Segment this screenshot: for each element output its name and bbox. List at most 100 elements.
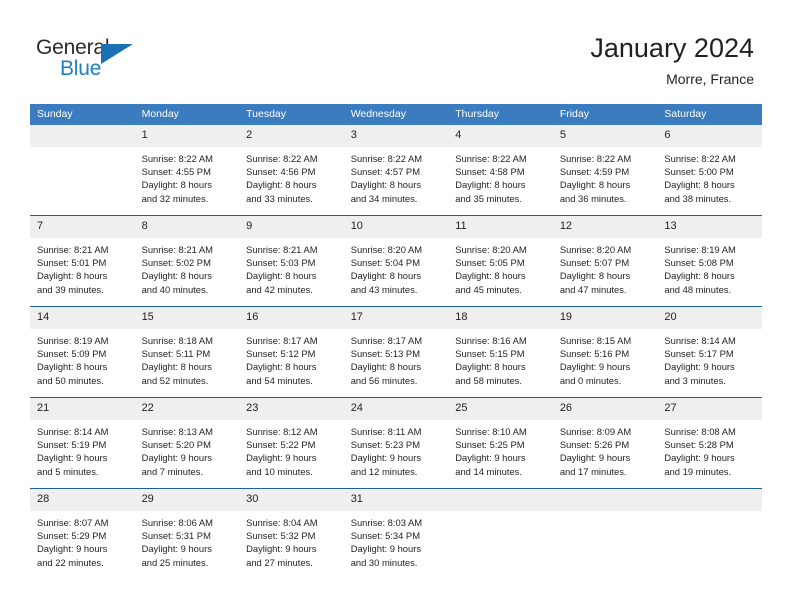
daylight-text-line2: and 39 minutes. xyxy=(37,283,104,295)
day-cell-inner: 14 Sunrise: 8:19 AM Sunset: 5:09 PM Dayligh… xyxy=(30,307,135,397)
day-info: Sunrise: 8:10 AM Sunset: 5:25 PM Daylight:… xyxy=(448,420,553,478)
daylight-text-line1: Daylight: 8 hours xyxy=(455,361,526,373)
calendar-day-cell[interactable]: 20 Sunrise: 8:14 AM Sunset: 5:17 PM Dayligh… xyxy=(657,307,762,398)
day-info: Sunrise: 8:13 AM Sunset: 5:20 PM Daylight:… xyxy=(135,420,240,478)
sunrise-text: Sunrise: 8:21 AM xyxy=(141,244,213,255)
day-info: Sunrise: 8:06 AM Sunset: 5:31 PM Daylight:… xyxy=(135,511,240,569)
calendar-day-cell[interactable]: 22 Sunrise: 8:13 AM Sunset: 5:20 PM Dayligh… xyxy=(134,398,240,489)
sunrise-text: Sunrise: 8:21 AM xyxy=(246,244,318,255)
calendar-day-cell[interactable]: 26 Sunrise: 8:09 AM Sunset: 5:26 PM Dayligh… xyxy=(552,398,658,489)
calendar-day-cell[interactable]: 2 Sunrise: 8:22 AM Sunset: 4:56 PM Daylight… xyxy=(239,125,344,216)
weekday-header-sunday: Sunday xyxy=(30,104,135,125)
calendar-day-cell[interactable] xyxy=(448,489,553,580)
sunset-text: Sunset: 4:56 PM xyxy=(246,166,316,178)
calendar-day-cell[interactable]: 5 Sunrise: 8:22 AM Sunset: 4:59 PM Daylight… xyxy=(552,125,658,216)
daylight-text-line2: and 56 minutes. xyxy=(350,374,418,386)
calendar-day-cell[interactable]: 19 Sunrise: 8:15 AM Sunset: 5:16 PM Dayligh… xyxy=(552,307,658,398)
daylight-text-line2: and 42 minutes. xyxy=(246,283,313,295)
daylight-text-line1: Daylight: 9 hours xyxy=(664,361,735,373)
day-number: 27 xyxy=(657,398,762,420)
calendar-day-cell[interactable]: 7 Sunrise: 8:21 AM Sunset: 5:01 PM Daylight… xyxy=(30,216,135,307)
calendar-day-cell[interactable]: 12 Sunrise: 8:20 AM Sunset: 5:07 PM Dayligh… xyxy=(552,216,658,307)
calendar-day-cell[interactable]: 8 Sunrise: 8:21 AM Sunset: 5:02 PM Daylight… xyxy=(134,216,240,307)
sunrise-text: Sunrise: 8:14 AM xyxy=(37,426,109,437)
general-blue-logo[interactable]: General Blue xyxy=(36,36,156,84)
daylight-text-line1: Daylight: 8 hours xyxy=(350,179,422,191)
day-info: Sunrise: 8:20 AM Sunset: 5:04 PM Daylight:… xyxy=(344,238,449,296)
calendar-day-cell[interactable]: 16 Sunrise: 8:17 AM Sunset: 5:12 PM Dayligh… xyxy=(239,307,344,398)
calendar-day-cell[interactable]: 28 Sunrise: 8:07 AM Sunset: 5:29 PM Dayligh… xyxy=(30,489,135,580)
daylight-text-line2: and 47 minutes. xyxy=(559,283,627,295)
day-info xyxy=(657,511,762,516)
daylight-text-line1: Daylight: 8 hours xyxy=(246,270,317,282)
day-number: 13 xyxy=(657,216,762,238)
day-info: Sunrise: 8:03 AM Sunset: 5:34 PM Daylight:… xyxy=(344,511,449,569)
day-number: 24 xyxy=(343,398,449,420)
day-info: Sunrise: 8:16 AM Sunset: 5:15 PM Daylight:… xyxy=(448,329,553,387)
day-info: Sunrise: 8:15 AM Sunset: 5:16 PM Daylight:… xyxy=(553,329,658,387)
calendar-day-cell[interactable] xyxy=(30,125,135,216)
calendar-day-cell[interactable] xyxy=(552,489,658,580)
calendar-weekday-header-row: Sunday Monday Tuesday Wednesday Thursday… xyxy=(30,104,762,125)
daylight-text-line1: Daylight: 8 hours xyxy=(141,179,212,191)
sunrise-text: Sunrise: 8:08 AM xyxy=(664,426,736,437)
day-info: Sunrise: 8:19 AM Sunset: 5:08 PM Daylight:… xyxy=(657,238,762,296)
day-cell-inner: 28 Sunrise: 8:07 AM Sunset: 5:29 PM Dayligh… xyxy=(30,489,135,579)
daylight-text-line1: Daylight: 9 hours xyxy=(350,543,422,555)
daylight-text-line2: and 12 minutes. xyxy=(350,465,418,477)
day-number: 31 xyxy=(343,489,449,511)
sunset-text: Sunset: 5:11 PM xyxy=(141,348,211,360)
sunrise-text: Sunrise: 8:22 AM xyxy=(664,153,736,164)
daylight-text-line2: and 34 minutes. xyxy=(350,192,418,204)
calendar-day-cell[interactable]: 31 Sunrise: 8:03 AM Sunset: 5:34 PM Dayligh… xyxy=(343,489,449,580)
calendar-day-cell[interactable]: 1 Sunrise: 8:22 AM Sunset: 4:55 PM Daylight… xyxy=(134,125,240,216)
day-cell-inner xyxy=(552,489,658,579)
calendar-day-cell[interactable]: 3 Sunrise: 8:22 AM Sunset: 4:57 PM Daylight… xyxy=(343,125,449,216)
calendar-day-cell[interactable]: 13 Sunrise: 8:19 AM Sunset: 5:08 PM Dayligh… xyxy=(657,216,762,307)
calendar-day-cell[interactable]: 6 Sunrise: 8:22 AM Sunset: 5:00 PM Daylight… xyxy=(657,125,762,216)
daylight-text-line2: and 30 minutes. xyxy=(350,556,418,568)
calendar-day-cell[interactable]: 29 Sunrise: 8:06 AM Sunset: 5:31 PM Dayligh… xyxy=(134,489,240,580)
day-number: 29 xyxy=(134,489,240,511)
calendar-day-cell[interactable]: 4 Sunrise: 8:22 AM Sunset: 4:58 PM Daylight… xyxy=(448,125,553,216)
calendar-day-cell[interactable]: 14 Sunrise: 8:19 AM Sunset: 5:09 PM Dayligh… xyxy=(30,307,135,398)
day-info: Sunrise: 8:08 AM Sunset: 5:28 PM Daylight:… xyxy=(657,420,762,478)
calendar-day-cell[interactable] xyxy=(657,489,762,580)
calendar-day-cell[interactable]: 10 Sunrise: 8:20 AM Sunset: 5:04 PM Dayligh… xyxy=(343,216,449,307)
sunrise-text: Sunrise: 8:17 AM xyxy=(350,335,423,346)
day-info: Sunrise: 8:07 AM Sunset: 5:29 PM Daylight:… xyxy=(30,511,135,569)
calendar-day-cell[interactable]: 15 Sunrise: 8:18 AM Sunset: 5:11 PM Dayligh… xyxy=(134,307,240,398)
calendar-day-cell[interactable]: 27 Sunrise: 8:08 AM Sunset: 5:28 PM Dayligh… xyxy=(657,398,762,489)
calendar-day-cell[interactable]: 18 Sunrise: 8:16 AM Sunset: 5:15 PM Dayligh… xyxy=(448,307,553,398)
daylight-text-line2: and 38 minutes. xyxy=(664,192,732,204)
calendar-week-row: 28 Sunrise: 8:07 AM Sunset: 5:29 PM Dayligh… xyxy=(30,488,762,580)
sunrise-text: Sunrise: 8:06 AM xyxy=(141,517,213,528)
day-cell-inner: 23 Sunrise: 8:12 AM Sunset: 5:22 PM Dayligh… xyxy=(239,398,344,488)
day-cell-inner: 24 Sunrise: 8:11 AM Sunset: 5:23 PM Dayligh… xyxy=(343,398,449,488)
day-cell-inner: 15 Sunrise: 8:18 AM Sunset: 5:11 PM Dayligh… xyxy=(134,307,240,397)
calendar-day-cell[interactable]: 11 Sunrise: 8:20 AM Sunset: 5:05 PM Dayligh… xyxy=(448,216,553,307)
day-info: Sunrise: 8:22 AM Sunset: 4:56 PM Daylight:… xyxy=(239,147,344,205)
calendar-day-cell[interactable]: 17 Sunrise: 8:17 AM Sunset: 5:13 PM Dayligh… xyxy=(343,307,449,398)
sunset-text: Sunset: 5:22 PM xyxy=(246,439,316,451)
sunset-text: Sunset: 5:16 PM xyxy=(559,348,630,360)
calendar-day-cell[interactable]: 24 Sunrise: 8:11 AM Sunset: 5:23 PM Dayligh… xyxy=(343,398,449,489)
calendar-day-cell[interactable]: 30 Sunrise: 8:04 AM Sunset: 5:32 PM Dayligh… xyxy=(239,489,344,580)
daylight-text-line2: and 58 minutes. xyxy=(455,374,522,386)
calendar-day-cell[interactable]: 9 Sunrise: 8:21 AM Sunset: 5:03 PM Daylight… xyxy=(239,216,344,307)
calendar-day-cell[interactable]: 25 Sunrise: 8:10 AM Sunset: 5:25 PM Dayligh… xyxy=(448,398,553,489)
daylight-text-line1: Daylight: 8 hours xyxy=(350,270,422,282)
sunset-text: Sunset: 5:08 PM xyxy=(664,257,734,269)
day-number: 19 xyxy=(552,307,658,329)
daylight-text-line1: Daylight: 9 hours xyxy=(246,452,317,464)
daylight-text-line2: and 10 minutes. xyxy=(246,465,313,477)
day-number: 22 xyxy=(134,398,240,420)
day-cell-inner: 9 Sunrise: 8:21 AM Sunset: 5:03 PM Daylight… xyxy=(239,216,344,306)
calendar-day-cell[interactable]: 23 Sunrise: 8:12 AM Sunset: 5:22 PM Dayligh… xyxy=(239,398,344,489)
day-number: 11 xyxy=(448,216,553,238)
daylight-text-line1: Daylight: 8 hours xyxy=(455,270,526,282)
sunrise-text: Sunrise: 8:18 AM xyxy=(141,335,213,346)
day-cell-inner xyxy=(657,489,762,579)
calendar-day-cell[interactable]: 21 Sunrise: 8:14 AM Sunset: 5:19 PM Dayligh… xyxy=(30,398,135,489)
calendar-body: 1 Sunrise: 8:22 AM Sunset: 4:55 PM Daylight… xyxy=(30,125,762,579)
